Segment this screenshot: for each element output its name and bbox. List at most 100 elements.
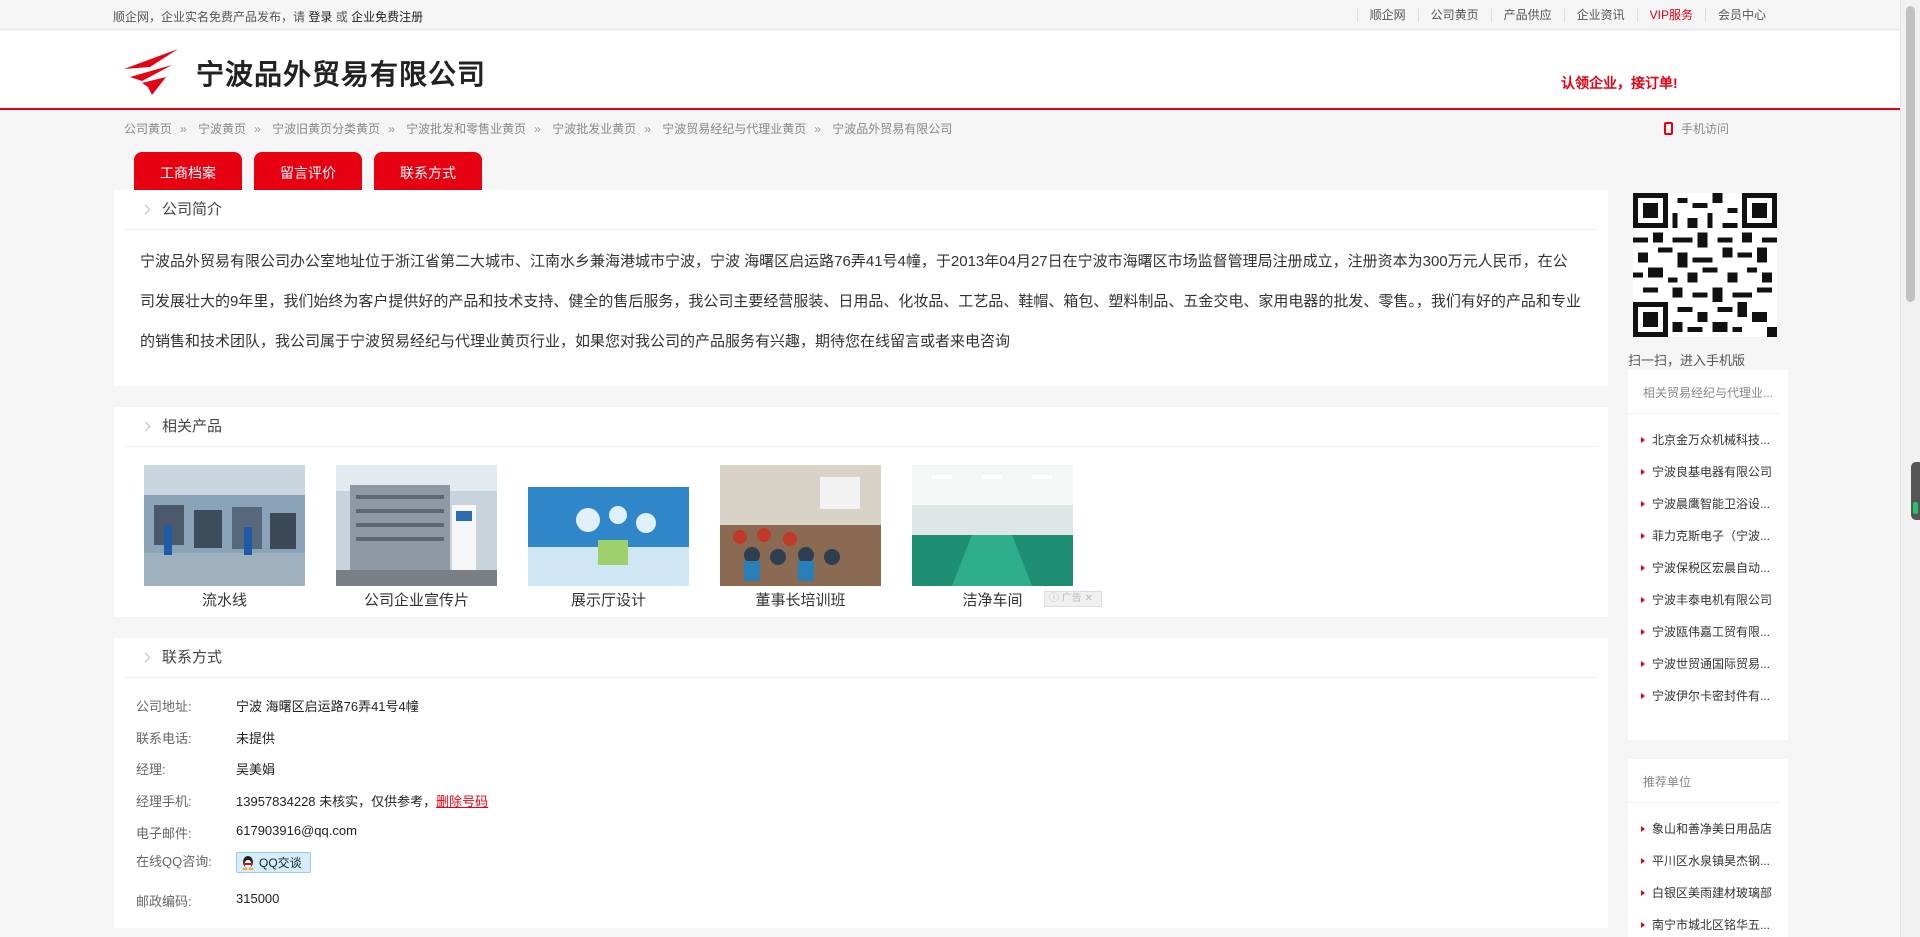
product-item[interactable]: 展示厅设计	[528, 465, 689, 611]
tab-reviews[interactable]: 留言评价	[254, 152, 362, 190]
breadcrumb-sep: »	[814, 122, 821, 136]
contact-row-mobile: 经理手机: 13957834228 未核实，仅供参考，删除号码	[136, 791, 488, 810]
breadcrumb-sep: »	[254, 122, 261, 136]
mobile-visit-link[interactable]: 手机访问	[1664, 120, 1729, 137]
recommended-company-item[interactable]: 象山和善净美日用品店	[1628, 813, 1788, 845]
breadcrumb-item[interactable]: 宁波批发和零售业黄页	[406, 122, 526, 136]
related-company-item[interactable]: 宁波丰泰电机有限公司	[1628, 584, 1788, 616]
top-nav-vip[interactable]: VIP服务	[1636, 8, 1705, 22]
related-company-item[interactable]: 宁波良基电器有限公司	[1628, 456, 1788, 488]
related-company-item[interactable]: 宁波世贸通国际贸易...	[1628, 648, 1788, 680]
ad-tag[interactable]: ⓘ 广告 ✕	[1044, 591, 1102, 607]
related-company-item[interactable]: 北京金万众机械科技...	[1628, 424, 1788, 456]
training-class-image[interactable]	[720, 465, 881, 586]
recommended-company-item[interactable]: 白银区美雨建材玻璃部	[1628, 877, 1788, 909]
mobile-value: 13957834228 未核实，仅供参考，删除号码	[236, 791, 488, 810]
top-nav-shunqi[interactable]: 顺企网	[1356, 8, 1418, 22]
breadcrumb-sep: »	[388, 122, 395, 136]
related-company-item[interactable]: 宁波晨鹰智能卫浴设...	[1628, 488, 1788, 520]
related-company-item[interactable]: 宁波保税区宏晨自动...	[1628, 552, 1788, 584]
breadcrumb-item[interactable]: 宁波黄页	[198, 122, 246, 136]
recommended-company-item[interactable]: 南宁市城北区铭华五...	[1628, 909, 1788, 937]
logo-icon[interactable]	[122, 47, 182, 97]
assembly-line-image[interactable]	[144, 465, 305, 586]
floating-side-widget[interactable]	[1911, 462, 1920, 520]
products-title: 相关产品	[162, 418, 223, 435]
delete-number-link[interactable]: 删除号码	[436, 794, 488, 809]
chevron-right-icon	[140, 652, 151, 663]
register-link[interactable]: 企业免费注册	[351, 10, 423, 24]
top-nav-member[interactable]: 会员中心	[1704, 8, 1778, 22]
mobile-phone-icon	[1664, 122, 1673, 135]
recommended-companies-box: 推荐单位 象山和善净美日用品店 平川区水泉镇昊杰钢... 白银区美雨建材玻璃部 …	[1628, 759, 1788, 937]
mobile-label: 经理手机:	[136, 794, 192, 809]
related-company-item[interactable]: 宁波瓯伟嘉工贸有限...	[1628, 616, 1788, 648]
exhibition-hall-image[interactable]	[528, 465, 689, 586]
contact-row-zip: 邮政编码: 315000	[136, 891, 279, 910]
recommended-title: 推荐单位	[1628, 759, 1780, 803]
top-nav-news[interactable]: 企业资讯	[1563, 8, 1637, 22]
scrollbar-thumb[interactable]	[1906, 6, 1915, 302]
product-item[interactable]: 洁净车间	[912, 465, 1073, 611]
breadcrumb-current: 宁波品外贸易有限公司	[832, 122, 953, 136]
chevron-right-icon	[140, 421, 151, 432]
qq-button-label: QQ交谈	[259, 856, 302, 870]
intro-text: 宁波品外贸易有限公司办公室地址位于浙江省第二大城市、江南水乡兼海港城市宁波，宁波…	[140, 253, 1581, 350]
qr-code-image	[1633, 193, 1777, 337]
panel-header: 相关产品	[124, 407, 1598, 447]
related-company-item[interactable]: 宁波伊尔卡密封件有...	[1628, 680, 1788, 712]
top-nav: 顺企网 公司黄页 产品供应 企业资讯 VIP服务 会员中心	[1356, 8, 1778, 22]
address-label: 公司地址:	[136, 699, 192, 714]
related-products-panel: 相关产品 流水线 公司企业宣传片 展示厅设计 董事长培训班 洁净车间 ⓘ 广告 …	[114, 407, 1608, 617]
ad-label: 广告	[1061, 593, 1082, 604]
qq-penguin-icon	[242, 856, 254, 870]
related-company-item[interactable]: 菲力克斯电子（宁波...	[1628, 520, 1788, 552]
product-caption[interactable]: 展示厅设计	[528, 591, 689, 611]
email-label: 电子邮件:	[136, 826, 192, 841]
product-caption[interactable]: 公司企业宣传片	[336, 591, 497, 611]
top-bar-welcome: 顺企网，企业实名免费产品发布，请 登录 或 企业免费注册	[113, 8, 423, 25]
top-nav-products[interactable]: 产品供应	[1490, 8, 1564, 22]
breadcrumb-sep: »	[534, 122, 541, 136]
email-value[interactable]: 617903916@qq.com	[236, 823, 357, 842]
breadcrumb-item[interactable]: 宁波批发业黄页	[552, 122, 636, 136]
phone-label: 联系电话:	[136, 731, 192, 746]
intro-title: 公司简介	[162, 201, 223, 218]
mobile-number: 13957834228 未核实，仅供参考，	[236, 794, 437, 809]
tab-business-record[interactable]: 工商档案	[134, 152, 242, 190]
claim-slogan[interactable]: 认领企业，接订单!	[1561, 73, 1678, 93]
related-companies-box: 相关贸易经纪与代理业... 北京金万众机械科技... 宁波良基电器有限公司 宁波…	[1628, 370, 1788, 740]
contact-row-phone: 联系电话: 未提供	[136, 728, 275, 747]
manager-value: 吴美娟	[236, 762, 276, 777]
product-item[interactable]: 公司企业宣传片	[336, 465, 497, 611]
phone-value: 未提供	[236, 731, 276, 746]
breadcrumb-item[interactable]: 宁波贸易经纪与代理业黄页	[662, 122, 806, 136]
product-caption[interactable]: 董事长培训班	[720, 591, 881, 611]
product-caption[interactable]: 流水线	[144, 591, 305, 611]
contact-title: 联系方式	[162, 649, 223, 666]
product-item[interactable]: 流水线	[144, 465, 305, 611]
header: 宁波品外贸易有限公司 认领企业，接订单!	[0, 31, 1900, 110]
product-list: 流水线 公司企业宣传片 展示厅设计 董事长培训班 洁净车间	[144, 465, 1104, 611]
related-companies-title[interactable]: 相关贸易经纪与代理业...	[1628, 370, 1780, 414]
qq-label: 在线QQ咨询:	[136, 854, 212, 869]
tab-contact[interactable]: 联系方式	[374, 152, 482, 190]
manager-label: 经理:	[136, 762, 166, 777]
product-item[interactable]: 董事长培训班	[720, 465, 881, 611]
qr-caption: 扫一扫，进入手机版	[1628, 353, 1746, 368]
breadcrumb-sep: »	[180, 122, 187, 136]
login-link[interactable]: 登录	[308, 10, 332, 24]
top-nav-yellow-pages[interactable]: 公司黄页	[1417, 8, 1491, 22]
chevron-right-icon	[140, 204, 151, 215]
recommended-company-item[interactable]: 平川区水泉镇昊杰钢...	[1628, 845, 1788, 877]
company-building-image[interactable]	[336, 465, 497, 586]
qq-chat-button[interactable]: QQ交谈	[236, 852, 311, 873]
breadcrumb-item[interactable]: 公司黄页	[124, 122, 172, 136]
clean-workshop-image[interactable]	[912, 465, 1073, 586]
mobile-visit-label: 手机访问	[1681, 122, 1730, 136]
breadcrumb-item[interactable]: 宁波旧黄页分类黄页	[272, 122, 380, 136]
zip-label: 邮政编码:	[136, 894, 192, 909]
floating-widget-indicator	[1913, 502, 1918, 514]
contact-panel: 联系方式 公司地址: 宁波 海曙区启运路76弄41号4幢 联系电话: 未提供 经…	[114, 638, 1608, 928]
address-value: 宁波 海曙区启运路76弄41号4幢	[236, 699, 419, 714]
